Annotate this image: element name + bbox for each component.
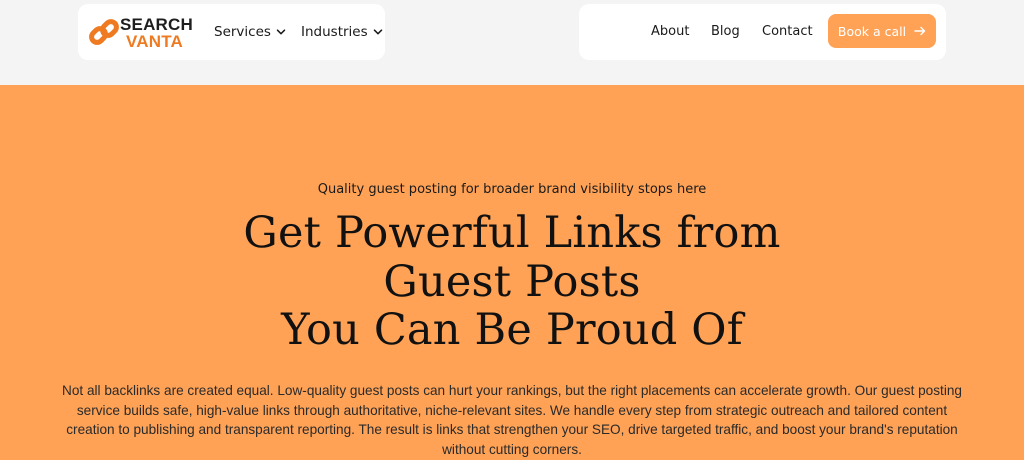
nav-about-link[interactable]: About [651,24,689,39]
book-a-call-button[interactable]: Book a call [828,14,936,48]
brand-wordmark: SEARCH VANTA [120,16,193,50]
nav-contact-link[interactable]: Contact [762,24,813,39]
site-header: SEARCH VANTA Services Industries About B… [0,0,1024,85]
brand-logo[interactable]: SEARCH VANTA [88,14,198,52]
hero-section: Quality guest posting for broader brand … [0,85,1024,460]
nav-industries-label: Industries [301,24,368,40]
nav-services-label: Services [214,24,271,40]
hero-description: Not all backlinks are created equal. Low… [62,383,962,457]
hero-eyebrow: Quality guest posting for broader brand … [317,182,707,197]
headline-line-1: Get Powerful Links from [243,208,781,258]
nav-blog-link[interactable]: Blog [711,24,740,39]
nav-industries-dropdown[interactable]: Industries [301,24,383,40]
chevron-down-icon [276,29,286,35]
headline-line-2: Guest Posts [383,256,641,307]
brand-line-1: SEARCH [120,15,193,34]
chain-link-icon [89,19,119,45]
secondary-nav: About Blog Contact Book a call [579,4,946,60]
nav-services-dropdown[interactable]: Services [214,24,286,40]
brand-line-2: VANTA [126,32,184,51]
arrow-right-icon [914,26,926,36]
primary-nav: SEARCH VANTA Services Industries [78,4,385,60]
chevron-down-icon [373,29,382,35]
book-a-call-label: Book a call [837,23,907,39]
hero-headline: Get Powerful Links from Guest Posts You … [112,209,912,355]
headline-line-3: You Can Be Proud Of [281,305,743,355]
